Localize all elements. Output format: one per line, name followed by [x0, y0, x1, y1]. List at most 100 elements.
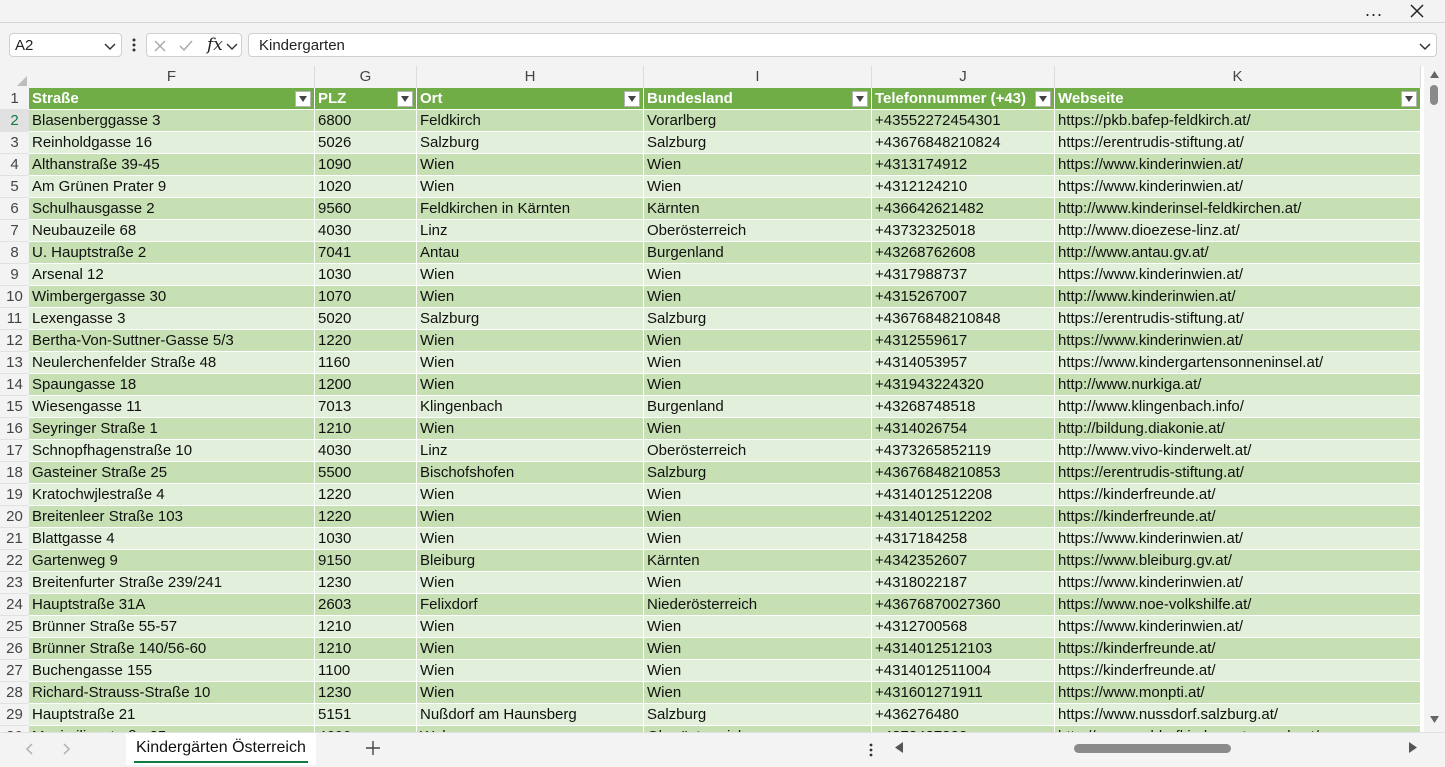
cell-strasse[interactable]: Reinholdgasse 16	[29, 132, 315, 154]
cell-strasse[interactable]: U. Hauptstraße 2	[29, 242, 315, 264]
cell-ort[interactable]: Wien	[417, 506, 644, 528]
sheet-tab[interactable]: Kindergärten Österreich	[126, 733, 316, 765]
cell-bundesland[interactable]: Wien	[644, 572, 872, 594]
cell-plz[interactable]: 5026	[315, 132, 417, 154]
cell-plz[interactable]: 5151	[315, 704, 417, 726]
cell-strasse[interactable]: Bertha-Von-Suttner-Gasse 5/3	[29, 330, 315, 352]
cell-bundesland[interactable]: Wien	[644, 638, 872, 660]
cell-strasse[interactable]: Schulhausgasse 2	[29, 198, 315, 220]
header-cell-webseite[interactable]: Webseite	[1055, 88, 1421, 110]
cell-plz[interactable]: 1210	[315, 616, 417, 638]
cell-strasse[interactable]: Brünner Straße 55-57	[29, 616, 315, 638]
cancel-x-icon[interactable]	[151, 37, 169, 55]
cell-webseite[interactable]: https://www.monpti.at/	[1055, 682, 1421, 704]
header-cell-telefon[interactable]: Telefonnummer (+43)	[872, 88, 1055, 110]
cell-ort[interactable]: Nußdorf am Haunsberg	[417, 704, 644, 726]
cell-webseite[interactable]: https://erentrudis-stiftung.at/	[1055, 462, 1421, 484]
cell-plz[interactable]: 4030	[315, 440, 417, 462]
cell-bundesland[interactable]: Oberösterreich	[644, 220, 872, 242]
cell-bundesland[interactable]: Salzburg	[644, 462, 872, 484]
cell-webseite[interactable]: https://erentrudis-stiftung.at/	[1055, 132, 1421, 154]
expand-formula-bar-icon[interactable]	[1418, 39, 1432, 53]
cell-webseite[interactable]: http://www.klingenbach.info/	[1055, 396, 1421, 418]
checkmark-icon[interactable]	[177, 37, 195, 55]
row-number[interactable]: 4	[0, 154, 29, 176]
filter-dropdown-button[interactable]	[1035, 91, 1051, 107]
cell-telefon[interactable]: +431943224320	[872, 374, 1055, 396]
cell-ort[interactable]: Wien	[417, 682, 644, 704]
cell-telefon[interactable]: +4314053957	[872, 352, 1055, 374]
cell-ort[interactable]: Wien	[417, 418, 644, 440]
cell-telefon[interactable]: +43732325018	[872, 220, 1055, 242]
cell-plz[interactable]: 9560	[315, 198, 417, 220]
filter-dropdown-button[interactable]	[1401, 91, 1417, 107]
row-number[interactable]: 25	[0, 616, 29, 638]
cell-strasse[interactable]: Wimbergergasse 30	[29, 286, 315, 308]
row-number[interactable]: 23	[0, 572, 29, 594]
cell-ort[interactable]: Wien	[417, 528, 644, 550]
cell-ort[interactable]: Wien	[417, 330, 644, 352]
cell-ort[interactable]: Feldkirchen in Kärnten	[417, 198, 644, 220]
vertical-dots-icon[interactable]	[128, 34, 140, 56]
select-all-corner[interactable]	[0, 66, 29, 88]
cell-webseite[interactable]: http://bildung.diakonie.at/	[1055, 418, 1421, 440]
cell-strasse[interactable]: Neubauzeile 68	[29, 220, 315, 242]
next-sheet-icon[interactable]	[58, 741, 74, 757]
cell-telefon[interactable]: +4314012512208	[872, 484, 1055, 506]
cell-webseite[interactable]: http://www.nurkiga.at/	[1055, 374, 1421, 396]
cell-ort[interactable]: Wien	[417, 660, 644, 682]
cell-webseite[interactable]: https://www.kinderinwien.at/	[1055, 528, 1421, 550]
cell-bundesland[interactable]: Salzburg	[644, 704, 872, 726]
cell-bundesland[interactable]: Wien	[644, 176, 872, 198]
cell-webseite[interactable]: https://www.nussdorf.salzburg.at/	[1055, 704, 1421, 726]
cell-plz[interactable]: 1160	[315, 352, 417, 374]
cell-plz[interactable]: 6800	[315, 110, 417, 132]
cell-strasse[interactable]: Hauptstraße 31A	[29, 594, 315, 616]
row-number[interactable]: 9	[0, 264, 29, 286]
cell-plz[interactable]: 7013	[315, 396, 417, 418]
cell-webseite[interactable]: http://www.kinderinwien.at/	[1055, 286, 1421, 308]
vertical-dots-icon[interactable]	[866, 741, 876, 759]
cell-bundesland[interactable]: Burgenland	[644, 242, 872, 264]
cell-plz[interactable]: 1070	[315, 286, 417, 308]
scroll-up-icon[interactable]	[1430, 71, 1439, 78]
cell-webseite[interactable]: https://kinderfreunde.at/	[1055, 660, 1421, 682]
cell-plz[interactable]: 1100	[315, 660, 417, 682]
row-number[interactable]: 3	[0, 132, 29, 154]
cell-ort[interactable]: Wien	[417, 154, 644, 176]
cell-ort[interactable]: Bischofshofen	[417, 462, 644, 484]
column-header-g[interactable]: G	[315, 66, 417, 88]
header-cell-bundesland[interactable]: Bundesland	[644, 88, 872, 110]
cell-plz[interactable]: 4030	[315, 220, 417, 242]
cell-strasse[interactable]: Richard-Strauss-Straße 10	[29, 682, 315, 704]
name-box[interactable]: A2	[9, 33, 122, 57]
cell-strasse[interactable]: Wiesengasse 11	[29, 396, 315, 418]
cell-ort[interactable]: Wien	[417, 616, 644, 638]
row-number[interactable]: 11	[0, 308, 29, 330]
cell-telefon[interactable]: +4314012511004	[872, 660, 1055, 682]
cell-telefon[interactable]: +4314012512202	[872, 506, 1055, 528]
row-number[interactable]: 24	[0, 594, 29, 616]
more-options-button[interactable]: ...	[1362, 0, 1386, 22]
cell-webseite[interactable]: https://pkb.bafep-feldkirch.at/	[1055, 110, 1421, 132]
row-number[interactable]: 29	[0, 704, 29, 726]
cell-ort[interactable]: Bleiburg	[417, 550, 644, 572]
chevron-down-icon[interactable]	[225, 37, 239, 55]
row-number[interactable]: 8	[0, 242, 29, 264]
cell-strasse[interactable]: Breitenleer Straße 103	[29, 506, 315, 528]
cell-bundesland[interactable]: Wien	[644, 418, 872, 440]
cell-webseite[interactable]: https://www.noe-volkshilfe.at/	[1055, 594, 1421, 616]
cell-ort[interactable]: Antau	[417, 242, 644, 264]
cell-telefon[interactable]: +43676848210824	[872, 132, 1055, 154]
row-number[interactable]: 21	[0, 528, 29, 550]
row-number[interactable]: 20	[0, 506, 29, 528]
cell-telefon[interactable]: +4373265852119	[872, 440, 1055, 462]
cell-plz[interactable]: 7041	[315, 242, 417, 264]
cell-telefon[interactable]: +43676848210853	[872, 462, 1055, 484]
filter-dropdown-button[interactable]	[852, 91, 868, 107]
cell-webseite[interactable]: https://kinderfreunde.at/	[1055, 638, 1421, 660]
cell-bundesland[interactable]: Wien	[644, 330, 872, 352]
cell-plz[interactable]: 1220	[315, 506, 417, 528]
cell-bundesland[interactable]: Wien	[644, 660, 872, 682]
cell-webseite[interactable]: https://www.kinderinwien.at/	[1055, 330, 1421, 352]
